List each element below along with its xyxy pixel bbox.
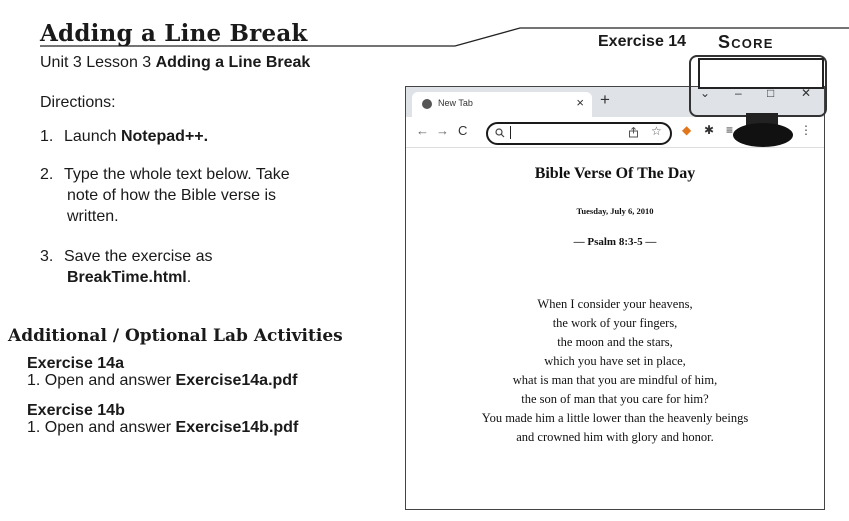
more-menu-icon[interactable]: ⋮ bbox=[800, 123, 812, 137]
score-box bbox=[698, 58, 824, 89]
chevron-down-icon[interactable]: ⌄ bbox=[700, 86, 710, 100]
verse-line: the son of man that you care for him? bbox=[521, 392, 709, 406]
page-title: Adding a Line Break bbox=[40, 20, 308, 47]
search-icon bbox=[495, 128, 505, 138]
step-1: 1. Launch Notepad++. bbox=[40, 128, 209, 145]
forward-button[interactable]: → bbox=[436, 123, 449, 138]
verse-heading: Bible Verse Of The Day bbox=[534, 165, 696, 182]
verse-line: which you have set in place, bbox=[544, 354, 686, 368]
extensions-puzzle-icon[interactable]: ✱ bbox=[704, 123, 714, 137]
browser-window: New Tab × + ← → C ☆ ◆ ✱ ≡ ⋮ Bible Verse … bbox=[405, 86, 825, 510]
new-tab-button[interactable]: + bbox=[600, 90, 610, 110]
globe-icon bbox=[422, 99, 432, 109]
tab-close-button[interactable]: × bbox=[576, 95, 584, 110]
back-button[interactable]: ← bbox=[416, 123, 429, 138]
step-3: 3. Save the exercise as BreakTime.html. bbox=[40, 248, 213, 286]
exercise-label: Exercise 14 bbox=[598, 33, 687, 50]
verse-line: You made him a little lower than the hea… bbox=[481, 411, 749, 425]
tab-new-tab[interactable]: New Tab × bbox=[412, 92, 592, 117]
minimize-button[interactable]: – bbox=[735, 86, 742, 100]
exercise-14a-heading: Exercise 14a bbox=[27, 355, 124, 372]
verse-line: and crowned him with glory and honor. bbox=[516, 430, 714, 444]
tab-title: New Tab bbox=[438, 98, 473, 108]
verse-date: Tuesday, July 6, 2010 bbox=[576, 206, 654, 216]
reload-button[interactable]: C bbox=[458, 123, 467, 138]
verse-line: When I consider your heavens, bbox=[537, 297, 693, 311]
verse-line: the work of your fingers, bbox=[552, 316, 678, 330]
lesson-subtitle: Unit 3 Lesson 3 Adding a Line Break bbox=[40, 54, 311, 71]
step-2: 2. Type the whole text below. Take note o… bbox=[40, 166, 290, 225]
text-cursor bbox=[510, 126, 511, 139]
share-icon[interactable] bbox=[628, 127, 639, 138]
verse-reference: — Psalm 8:3-5 — bbox=[573, 236, 657, 248]
address-bar[interactable]: ☆ bbox=[486, 122, 672, 145]
directions-label: Directions: bbox=[40, 94, 116, 111]
verse-line: the moon and the stars, bbox=[557, 335, 673, 349]
additional-activities-heading: Additional / Optional Lab Activities bbox=[8, 326, 343, 346]
verse-line: what is man that you are mindful of him, bbox=[512, 373, 718, 387]
fox-extension-icon[interactable]: ◆ bbox=[682, 123, 691, 137]
bookmark-star-icon[interactable]: ☆ bbox=[651, 124, 662, 138]
menu-lines-icon[interactable]: ≡ bbox=[726, 123, 733, 137]
exercise-14b-heading: Exercise 14b bbox=[27, 402, 125, 419]
maximize-button[interactable]: □ bbox=[767, 86, 774, 100]
close-window-button[interactable]: ✕ bbox=[801, 86, 811, 100]
monitor-stand-base bbox=[733, 123, 793, 147]
exercise-14a-line: 1. Open and answer Exercise14a.pdf bbox=[27, 372, 298, 389]
exercise-14b-line: 1. Open and answer Exercise14b.pdf bbox=[27, 419, 299, 436]
score-label: Score bbox=[718, 32, 774, 52]
